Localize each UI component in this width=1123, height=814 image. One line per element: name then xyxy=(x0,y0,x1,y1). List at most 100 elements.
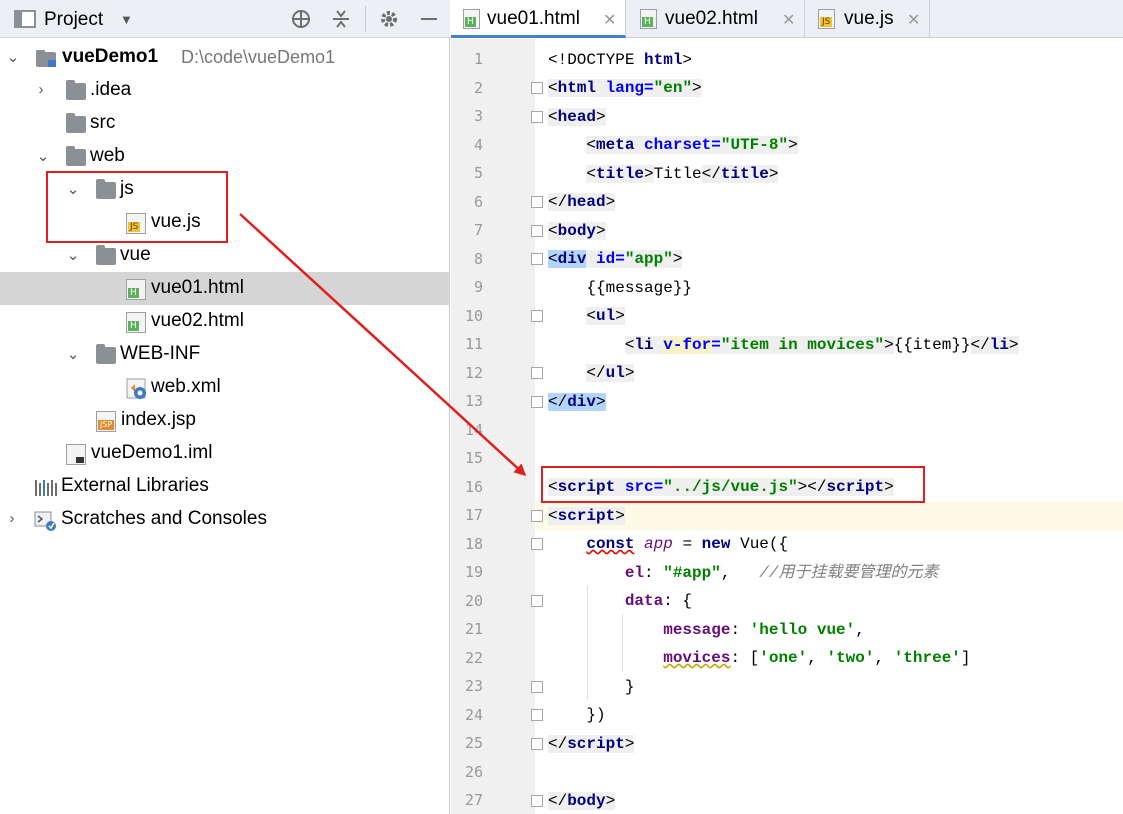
tree-item-label: .idea xyxy=(90,79,132,100)
code-line-21[interactable]: message: 'hello vue', xyxy=(548,616,865,644)
project-panel: Project ▼ ⌄ vueDemo1 D:\code\vueDemo1 › … xyxy=(0,0,450,814)
fold-marker-icon[interactable] xyxy=(531,795,543,807)
code-line-18[interactable]: const app = new Vue({ xyxy=(548,530,788,558)
chevron-down-icon[interactable]: ▼ xyxy=(120,12,133,27)
tab-label: vue02.html xyxy=(665,8,758,29)
code-line-8[interactable]: <div id="app"> xyxy=(548,245,683,273)
folder-icon xyxy=(96,245,116,265)
tree-item-vue01-html[interactable]: H vue01.html xyxy=(0,272,450,305)
tree-item-label: External Libraries xyxy=(61,475,209,496)
tab-label: vue01.html xyxy=(487,8,580,29)
code-line-9[interactable]: {{message}} xyxy=(548,274,692,302)
project-panel-title[interactable]: Project xyxy=(44,9,103,31)
gear-icon[interactable] xyxy=(378,8,400,35)
code-line-17[interactable]: <script> xyxy=(548,502,625,530)
folder-icon xyxy=(66,146,86,166)
fold-marker-icon[interactable] xyxy=(531,538,543,550)
chevron-right-icon[interactable]: › xyxy=(33,81,49,98)
fold-marker-icon[interactable] xyxy=(531,595,543,607)
tree-item-label: WEB-INF xyxy=(120,343,201,364)
tree-item-web-inf[interactable]: ⌄ WEB-INF xyxy=(0,338,450,371)
close-icon[interactable]: ✕ xyxy=(907,10,920,30)
chevron-down-icon[interactable]: ⌄ xyxy=(35,147,51,165)
close-icon[interactable]: ✕ xyxy=(782,10,795,30)
project-view-icon xyxy=(14,9,36,29)
scratch-console-icon xyxy=(34,510,56,531)
chevron-down-icon[interactable]: ⌄ xyxy=(5,48,21,66)
tree-item-vue[interactable]: ⌄ vue xyxy=(0,239,450,272)
code-line-10[interactable]: <ul> xyxy=(548,302,625,330)
tree-item-path: D:\code\vueDemo1 xyxy=(181,47,336,67)
folder-icon xyxy=(66,113,86,133)
tree-item-label: vueDemo1.iml xyxy=(91,442,213,463)
html-file-icon: H xyxy=(463,9,480,29)
library-icon xyxy=(34,477,57,497)
code-line-13[interactable]: </div> xyxy=(548,388,606,416)
tree-item-scratches[interactable]: › Scratches and Consoles xyxy=(0,503,450,536)
tree-item-label: vueDemo1 xyxy=(62,46,159,67)
html-file-icon: H xyxy=(126,312,146,333)
tree-item-vue02-html[interactable]: H vue02.html xyxy=(0,305,450,338)
js-file-icon: JS xyxy=(818,9,835,29)
locate-icon[interactable] xyxy=(290,8,312,35)
fold-marker-icon[interactable] xyxy=(531,681,543,693)
collapse-all-icon[interactable] xyxy=(330,8,352,35)
code-line-5[interactable]: <title>Title</title> xyxy=(548,160,779,188)
tree-item-vuedemo1[interactable]: ⌄ vueDemo1 D:\code\vueDemo1 xyxy=(0,41,450,74)
annotation-box-script-tag xyxy=(541,466,925,503)
code-line-23[interactable]: } xyxy=(548,673,635,701)
fold-marker-icon[interactable] xyxy=(531,225,543,237)
fold-marker-icon[interactable] xyxy=(531,738,543,750)
fold-marker-icon[interactable] xyxy=(531,111,543,123)
code-line-27[interactable]: </body> xyxy=(548,787,616,814)
fold-marker-icon[interactable] xyxy=(531,367,543,379)
fold-marker-icon[interactable] xyxy=(531,709,543,721)
fold-marker-icon[interactable] xyxy=(531,82,543,94)
chevron-down-icon[interactable]: ⌄ xyxy=(65,246,81,264)
html-file-icon: H xyxy=(126,279,146,300)
tree-item-idea[interactable]: › .idea xyxy=(0,74,450,107)
html-file-icon: H xyxy=(640,9,657,29)
code-line-22[interactable]: movices: ['one', 'two', 'three'] xyxy=(548,644,970,672)
code-line-24[interactable]: }) xyxy=(548,701,605,729)
tree-item-src[interactable]: src xyxy=(0,107,450,140)
chevron-right-icon[interactable]: › xyxy=(4,510,20,527)
tab-vue02-html[interactable]: H vue02.html ✕ xyxy=(627,0,805,38)
code-line-6[interactable]: </head> xyxy=(548,188,616,216)
tree-item-web-xml[interactable]: web.xml xyxy=(0,371,450,404)
tree-item-external-libraries[interactable]: External Libraries xyxy=(0,470,450,503)
code-line-12[interactable]: </ul> xyxy=(548,359,635,387)
code-line-7[interactable]: <body> xyxy=(548,217,606,245)
tree-item-label: index.jsp xyxy=(121,409,196,430)
tree-item-label: Scratches and Consoles xyxy=(61,508,267,529)
tree-item-label: vue02.html xyxy=(151,310,244,331)
fold-marker-icon[interactable] xyxy=(531,196,543,208)
code-line-20[interactable]: data: { xyxy=(548,587,692,615)
code-line-25[interactable]: </script> xyxy=(548,730,635,758)
code-line-19[interactable]: el: "#app", //用于挂载要管理的元素 xyxy=(548,559,939,587)
fold-marker-icon[interactable] xyxy=(531,310,543,322)
chevron-down-icon[interactable]: ⌄ xyxy=(65,345,81,363)
iml-file-icon xyxy=(66,444,86,465)
tree-item-label: web xyxy=(90,145,125,166)
fold-marker-icon[interactable] xyxy=(531,396,543,408)
code-line-1[interactable]: <!DOCTYPE html> xyxy=(548,46,692,74)
tab-vue-js[interactable]: JS vue.js ✕ xyxy=(806,0,930,38)
code-line-11[interactable]: <li v-for="item in movices">{{item}}</li… xyxy=(548,331,1019,359)
minimize-icon[interactable] xyxy=(418,8,440,35)
tree-item-label: src xyxy=(90,112,116,133)
module-folder-icon xyxy=(36,48,56,68)
folder-icon xyxy=(96,344,116,364)
code-line-4[interactable]: <meta charset="UTF-8"> xyxy=(548,131,798,159)
code-line-2[interactable]: <html lang="en"> xyxy=(548,74,702,102)
tree-item-label: vue xyxy=(120,244,151,265)
close-icon[interactable]: ✕ xyxy=(603,10,616,30)
tab-vue01-html[interactable]: H vue01.html ✕ xyxy=(451,0,626,38)
project-panel-header: Project ▼ xyxy=(0,0,450,38)
tree-item-index-jsp[interactable]: JSP index.jsp xyxy=(0,404,450,437)
tree-item-vuedemo1-iml[interactable]: vueDemo1.iml xyxy=(0,437,450,470)
fold-marker-icon[interactable] xyxy=(531,510,543,522)
tree-item-web[interactable]: ⌄ web xyxy=(0,140,450,173)
fold-marker-icon[interactable] xyxy=(531,253,543,265)
code-line-3[interactable]: <head> xyxy=(548,103,606,131)
